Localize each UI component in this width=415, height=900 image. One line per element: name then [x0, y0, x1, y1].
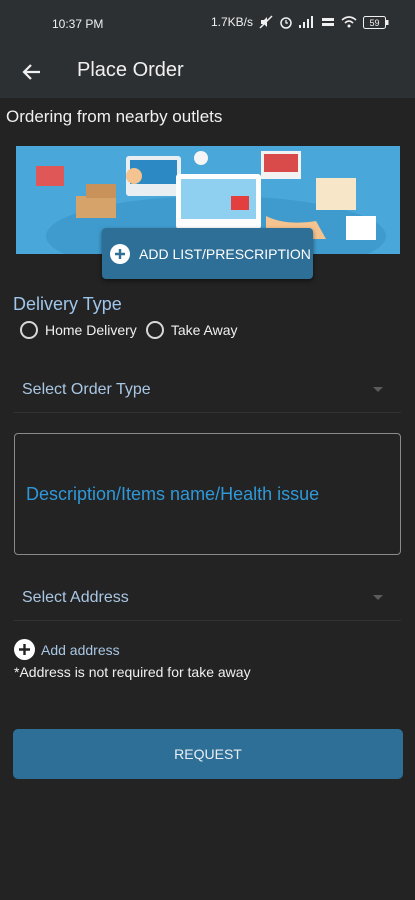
- take-away-label[interactable]: Take Away: [171, 322, 238, 338]
- arrow-left-icon[interactable]: [18, 58, 46, 86]
- alarm-icon: [280, 17, 292, 29]
- request-button[interactable]: REQUEST: [13, 729, 403, 779]
- add-list-label: ADD LIST/PRESCRIPTION: [139, 245, 311, 262]
- page-title: Place Order: [77, 59, 184, 81]
- delivery-type-label: Delivery Type: [13, 294, 122, 314]
- plus-circle-icon: [110, 243, 130, 264]
- add-address-button[interactable]: Add address: [14, 639, 120, 660]
- plus-circle-icon: [14, 639, 35, 660]
- status-time: 10:37 PM: [52, 17, 104, 31]
- mute-icon: [259, 15, 273, 29]
- dropdown-arrow-icon: [373, 595, 383, 600]
- radio-home-delivery[interactable]: [20, 321, 38, 339]
- signal-icon: [299, 16, 313, 28]
- add-list-prescription-button[interactable]: ADD LIST/PRESCRIPTION: [102, 228, 313, 279]
- status-bar: 10:37 PM 1.7KB/s 59: [0, 0, 415, 46]
- wifi-icon: [341, 16, 357, 28]
- battery-level: 59: [369, 18, 379, 28]
- delivery-type-radio-group: Home Delivery Take Away: [20, 321, 246, 339]
- app-bar: Place Order: [0, 46, 415, 98]
- network-speed: 1.7KB/s: [210, 15, 253, 29]
- order-type-select[interactable]: Select Order Type: [14, 368, 401, 413]
- description-input[interactable]: Description/Items name/Health issue: [14, 433, 401, 555]
- page-subtitle: Ordering from nearby outlets: [6, 107, 223, 126]
- add-address-label: Add address: [41, 641, 120, 658]
- address-select[interactable]: Select Address: [14, 576, 401, 621]
- address-note: *Address is not required for take away: [14, 664, 251, 680]
- radio-take-away[interactable]: [145, 321, 164, 339]
- description-placeholder: Description/Items name/Health issue: [26, 484, 320, 504]
- volte-wifi-icon: [322, 18, 334, 26]
- order-type-placeholder: Select Order Type: [22, 381, 151, 398]
- battery-icon: 59: [363, 15, 389, 29]
- address-placeholder: Select Address: [22, 589, 129, 606]
- home-delivery-label[interactable]: Home Delivery: [45, 322, 137, 338]
- status-icons: 1.7KB/s 59: [211, 15, 389, 29]
- dropdown-arrow-icon: [373, 387, 383, 392]
